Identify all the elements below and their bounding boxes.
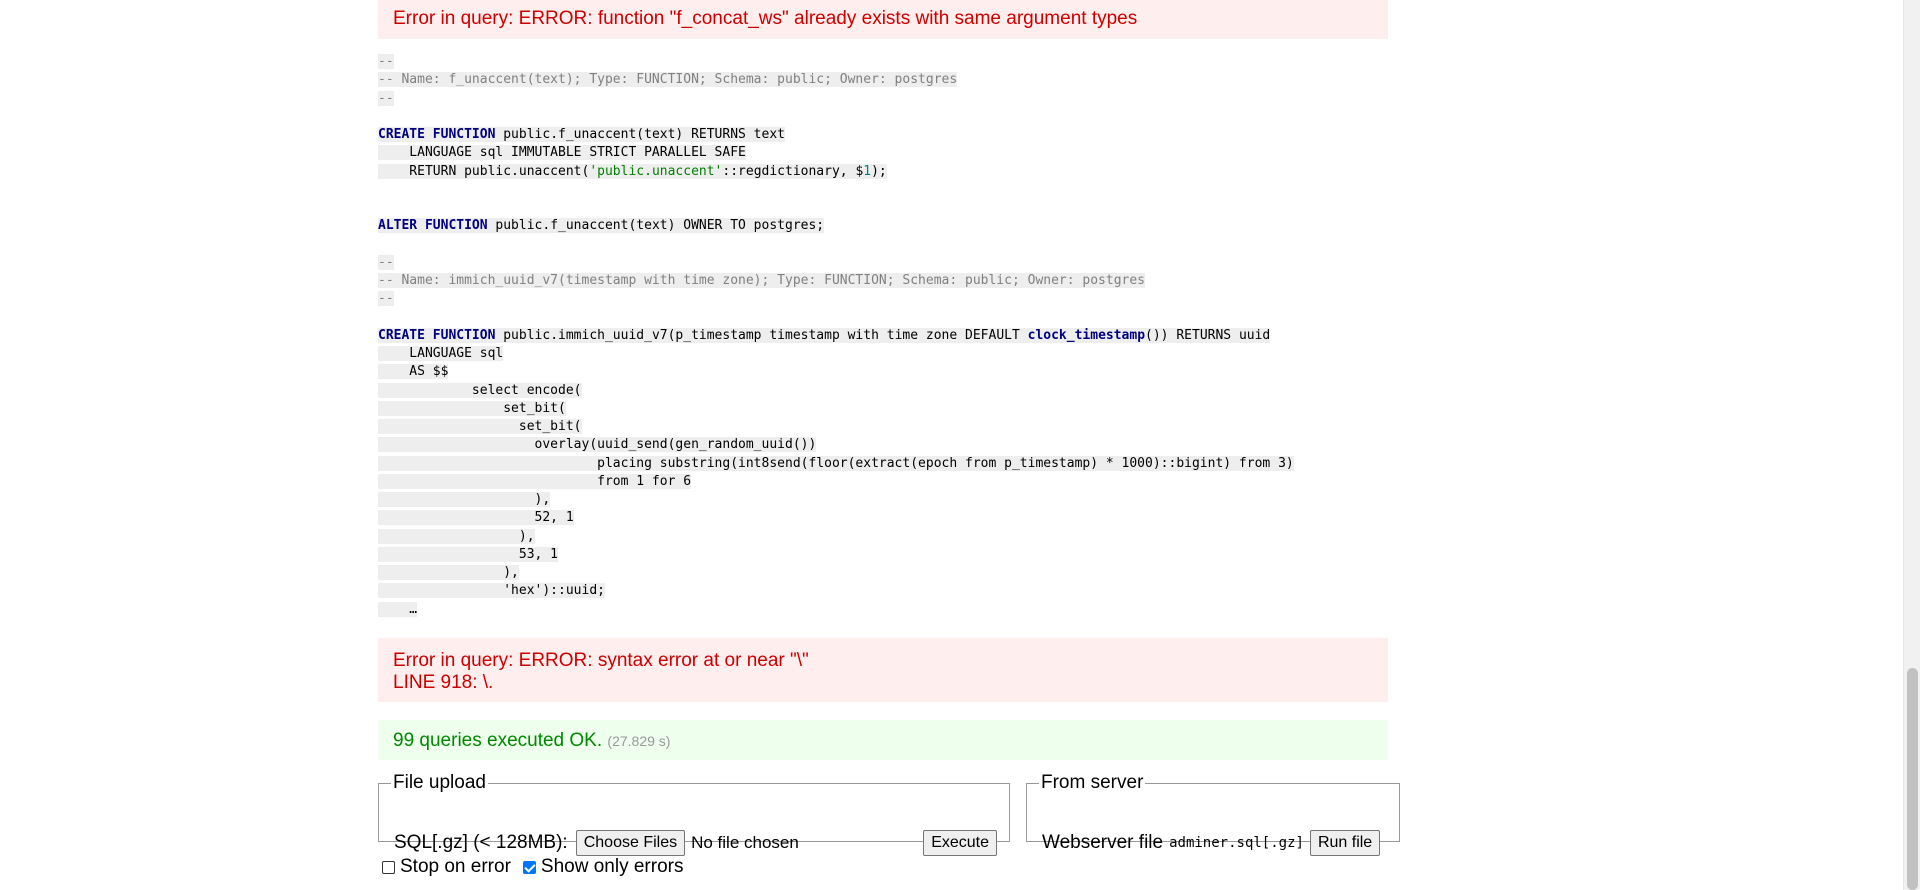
sql-text: set_bit( [378, 400, 566, 416]
sql-keyword: CREATE FUNCTION [378, 327, 496, 343]
sql-text: ); [871, 163, 887, 179]
stop-on-error-checkbox[interactable] [382, 860, 395, 874]
error-message-syntax: Error in query: ERROR: syntax error at o… [378, 638, 1388, 702]
sql-text: ), [378, 528, 535, 544]
sql-function-name: clock_timestamp [1027, 327, 1146, 343]
file-upload-fieldset: File upload SQL[.gz] (< 128MB): Choose F… [378, 772, 1010, 856]
sql-text: overlay(uuid_send(gen_random_uuid()) [378, 437, 817, 453]
sql-text: 52, 1 [378, 510, 574, 526]
sql-comment: -- [378, 291, 394, 307]
sql-comment: -- [378, 254, 394, 270]
no-file-chosen-text: No file chosen [691, 833, 799, 852]
run-file-button[interactable]: Run file [1309, 830, 1381, 856]
sql-keyword: ALTER FUNCTION [378, 218, 488, 234]
sql-string: 'public.unaccent' [589, 163, 723, 179]
sql-text: 'hex')::uuid; [378, 583, 605, 599]
sql-text: placing substring(int8send(floor(extract… [378, 455, 1294, 471]
show-only-errors-label[interactable]: Show only errors [541, 856, 684, 878]
sql-text: LANGUAGE sql [378, 346, 504, 361]
sql-text: public.immich_uuid_v7(p_timestamp timest… [495, 327, 1028, 343]
sql-text: ), [378, 565, 519, 580]
sql-text: 53, 1 [378, 546, 559, 562]
webserver-file-label: Webserver file [1042, 832, 1164, 853]
sql-code-block: -- -- Name: f_unaccent(text); Type: FUNC… [378, 53, 1294, 619]
webserver-filename: adminer.sql[.gz] [1169, 835, 1304, 851]
show-only-errors-checkbox[interactable] [522, 860, 536, 874]
success-message: 99 queries executed OK. (27.829 s) [378, 720, 1388, 760]
choose-files-button[interactable]: Choose Files [575, 830, 686, 856]
sql-number: 1 [863, 163, 872, 179]
sql-text: AS $$ [378, 364, 449, 380]
sql-text: LANGUAGE sql IMMUTABLE STRICT PARALLEL S… [378, 145, 746, 161]
scrollbar-thumb[interactable] [1907, 668, 1918, 890]
sql-text: public.f_unaccent(text) OWNER TO postgre… [487, 218, 825, 234]
vertical-scrollbar[interactable] [1903, 0, 1920, 890]
success-text: 99 queries executed OK. [393, 730, 603, 751]
error-text: Error in query: ERROR: syntax error at o… [393, 650, 809, 671]
execution-time: (27.829 s) [607, 733, 671, 749]
sql-import-results: Error in query: ERROR: function "f_conca… [378, 0, 1400, 877]
sql-ellipsis: … [378, 601, 418, 617]
error-message-f-concat-ws: Error in query: ERROR: function "f_conca… [378, 0, 1388, 39]
sql-text: from 1 for 6 [378, 473, 692, 489]
sql-text: ), [378, 492, 551, 507]
sql-text: public.f_unaccent(text) RETURNS text [495, 127, 785, 142]
sql-text: select encode( [378, 382, 582, 398]
stop-on-error-label[interactable]: Stop on error [400, 856, 511, 878]
execute-button[interactable]: Execute [923, 830, 997, 856]
error-line-text: LINE 918: \. [393, 672, 494, 693]
sql-comment: -- Name: f_unaccent(text); Type: FUNCTIO… [378, 72, 958, 88]
error-text: Error in query: ERROR: function "f_conca… [393, 8, 1138, 29]
import-options: Stop on error Show only errors [382, 856, 683, 878]
sql-comment: -- Name: immich_uuid_v7(timestamp with t… [378, 273, 1146, 288]
sql-text: set_bit( [378, 419, 582, 434]
sql-comment: -- [378, 90, 394, 106]
from-server-legend: From server [1041, 772, 1144, 793]
sql-text: ()) RETURNS uuid [1145, 327, 1271, 343]
file-upload-legend: File upload [393, 772, 486, 793]
from-server-fieldset: From server Webserver file adminer.sql[.… [1026, 772, 1400, 856]
sql-file-label: SQL[.gz] (< 128MB): [394, 832, 568, 853]
sql-text: RETURN public.unaccent( [378, 163, 590, 179]
sql-comment: -- [378, 54, 394, 69]
sql-text: ::regdictionary, $ [722, 163, 864, 179]
sql-keyword: CREATE FUNCTION [378, 127, 496, 142]
